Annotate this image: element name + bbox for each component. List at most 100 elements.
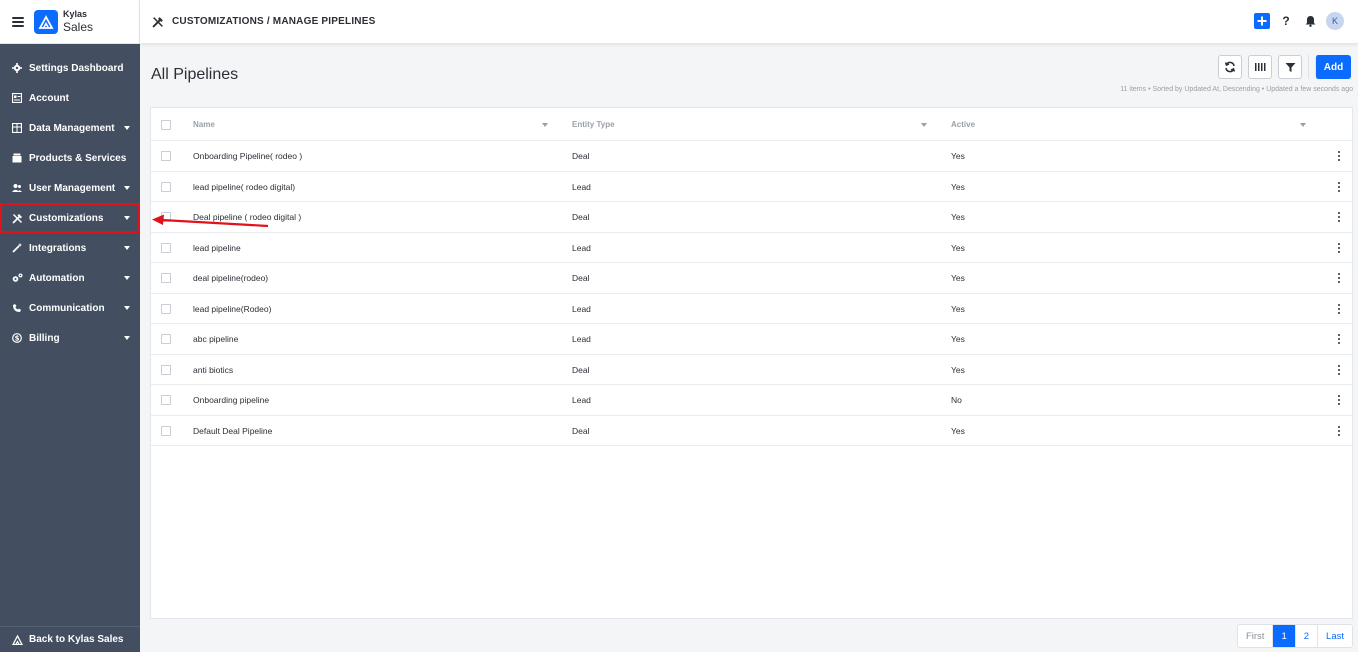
table-row[interactable]: Default Deal Pipeline Deal Yes bbox=[151, 416, 1352, 446]
pipeline-name[interactable]: lead pipeline(Rodeo) bbox=[193, 304, 271, 314]
row-actions-kebab-icon[interactable] bbox=[1338, 425, 1341, 436]
select-all-checkbox[interactable] bbox=[161, 120, 171, 130]
row-checkbox[interactable] bbox=[161, 181, 171, 192]
sort-caret-icon[interactable] bbox=[1300, 123, 1306, 127]
pipelines-table: Name Entity Type Active Onboarding Pipel… bbox=[150, 107, 1353, 619]
active-status: Yes bbox=[951, 273, 965, 283]
pagination-last[interactable]: Last bbox=[1318, 625, 1352, 647]
entity-type: Lead bbox=[572, 242, 591, 253]
help-button[interactable]: ? bbox=[1282, 14, 1290, 28]
row-actions-kebab-icon[interactable] bbox=[1338, 303, 1341, 314]
account-icon bbox=[11, 92, 23, 104]
pipeline-name[interactable]: lead pipeline( rodeo digital) bbox=[193, 182, 295, 192]
row-checkbox[interactable] bbox=[161, 334, 171, 344]
row-actions-kebab-icon[interactable] bbox=[1338, 364, 1341, 375]
sidebar-item-label: User Management bbox=[29, 182, 116, 194]
sidebar-item-communication[interactable]: Communication bbox=[0, 293, 140, 323]
row-checkbox[interactable] bbox=[161, 425, 171, 436]
table-row[interactable]: lead pipeline Lead Yes bbox=[151, 233, 1352, 263]
sidebar-item-customizations[interactable]: Customizations bbox=[0, 203, 140, 233]
row-actions-kebab-icon[interactable] bbox=[1338, 181, 1341, 192]
row-checkbox[interactable] bbox=[161, 242, 171, 253]
row-checkbox[interactable] bbox=[161, 273, 171, 283]
sidebar-item-label: Account bbox=[29, 92, 69, 104]
filter-button[interactable] bbox=[1278, 55, 1302, 79]
table-row[interactable]: lead pipeline( rodeo digital) Lead Yes bbox=[151, 172, 1352, 202]
add-pipeline-button[interactable]: Add bbox=[1315, 55, 1351, 79]
back-link-label: Back to Kylas Sales bbox=[29, 634, 124, 645]
kylas-logo-icon bbox=[34, 9, 58, 34]
sidebar-item-label: Communication bbox=[29, 302, 105, 314]
avatar[interactable]: K bbox=[1326, 12, 1344, 30]
sidebar-item-integrations[interactable]: Integrations bbox=[0, 233, 140, 263]
bell-icon[interactable] bbox=[1304, 14, 1316, 28]
active-status: Yes bbox=[951, 151, 965, 161]
sidebar-item-user-management[interactable]: User Management bbox=[0, 173, 140, 203]
sidebar-item-label: Data Management bbox=[29, 122, 115, 134]
row-actions-kebab-icon[interactable] bbox=[1338, 242, 1341, 253]
table-icon bbox=[11, 122, 23, 134]
list-toolbar: Add bbox=[1218, 55, 1351, 79]
table-row[interactable]: anti biotics Deal Yes bbox=[151, 355, 1352, 385]
hamburger-menu-icon[interactable] bbox=[12, 16, 24, 27]
entity-type: Deal bbox=[572, 273, 590, 283]
row-actions-kebab-icon[interactable] bbox=[1338, 334, 1341, 344]
back-to-kylas-sales-link[interactable]: Back to Kylas Sales bbox=[0, 626, 140, 652]
row-checkbox[interactable] bbox=[161, 151, 171, 161]
table-body: Onboarding Pipeline( rodeo ) Deal Yes lead … bbox=[151, 141, 1352, 446]
row-checkbox[interactable] bbox=[161, 364, 171, 375]
pipeline-name[interactable]: anti biotics bbox=[193, 365, 233, 375]
plus-icon bbox=[1257, 16, 1267, 26]
table-row[interactable]: lead pipeline(Rodeo) Lead Yes bbox=[151, 294, 1352, 324]
sidebar-item-settings-dashboard[interactable]: Settings Dashboard bbox=[0, 53, 140, 83]
row-checkbox[interactable] bbox=[161, 303, 171, 314]
row-actions-kebab-icon[interactable] bbox=[1338, 273, 1341, 283]
column-header-active[interactable]: Active bbox=[951, 120, 975, 129]
pipeline-name[interactable]: lead pipeline bbox=[193, 243, 241, 253]
pagination-page-2[interactable]: 2 bbox=[1296, 625, 1319, 647]
row-actions-kebab-icon[interactable] bbox=[1338, 151, 1341, 161]
columns-button[interactable] bbox=[1248, 55, 1272, 79]
column-header-entity-type[interactable]: Entity Type bbox=[572, 120, 615, 129]
row-actions-kebab-icon[interactable] bbox=[1338, 395, 1341, 405]
sidebar-item-data-management[interactable]: Data Management bbox=[0, 113, 140, 143]
quick-add-button[interactable] bbox=[1254, 13, 1270, 29]
table-row[interactable]: Deal pipeline ( rodeo digital ) Deal Yes bbox=[151, 202, 1352, 233]
active-status: Yes bbox=[951, 212, 965, 222]
sort-caret-icon[interactable] bbox=[921, 123, 927, 127]
sidebar-item-automation[interactable]: Automation bbox=[0, 263, 140, 293]
sidebar-item-account[interactable]: Account bbox=[0, 83, 140, 113]
table-row[interactable]: Onboarding pipeline Lead No bbox=[151, 385, 1352, 416]
active-status: Yes bbox=[951, 181, 965, 192]
table-row[interactable]: Onboarding Pipeline( rodeo ) Deal Yes bbox=[151, 141, 1352, 172]
breadcrumb-text: CUSTOMIZATIONS / MANAGE PIPELINES bbox=[172, 16, 376, 27]
pipeline-name[interactable]: Onboarding Pipeline( rodeo ) bbox=[193, 151, 302, 161]
active-status: Yes bbox=[951, 425, 965, 436]
pagination-page-1[interactable]: 1 bbox=[1273, 625, 1296, 647]
row-actions-kebab-icon[interactable] bbox=[1338, 212, 1341, 222]
columns-icon bbox=[1255, 63, 1266, 71]
column-header-name[interactable]: Name bbox=[193, 120, 215, 129]
pipeline-name[interactable]: abc pipeline bbox=[193, 334, 238, 344]
table-row[interactable]: deal pipeline(rodeo) Deal Yes bbox=[151, 263, 1352, 294]
pipeline-name[interactable]: deal pipeline(rodeo) bbox=[193, 273, 268, 283]
sort-caret-icon[interactable] bbox=[542, 123, 548, 127]
pipeline-name[interactable]: Default Deal Pipeline bbox=[193, 426, 272, 436]
sidebar-item-products-services[interactable]: Products & Services bbox=[0, 143, 140, 173]
brand-name: Kylas Sales bbox=[63, 9, 93, 34]
pagination-first[interactable]: First bbox=[1238, 625, 1274, 647]
refresh-button[interactable] bbox=[1218, 55, 1242, 79]
sidebar-item-billing[interactable]: $ Billing bbox=[0, 323, 140, 353]
pipeline-name[interactable]: Onboarding pipeline bbox=[193, 395, 269, 405]
brand-top-text: Kylas bbox=[63, 9, 88, 19]
users-icon bbox=[11, 182, 23, 194]
active-status: Yes bbox=[951, 334, 965, 344]
gear-icon bbox=[11, 62, 23, 74]
svg-text:$: $ bbox=[15, 335, 20, 343]
table-row[interactable]: abc pipeline Lead Yes bbox=[151, 324, 1352, 355]
sidebar-item-label: Integrations bbox=[29, 242, 87, 254]
row-checkbox[interactable] bbox=[161, 395, 171, 405]
chevron-down-icon bbox=[124, 336, 130, 340]
page-title: All Pipelines bbox=[151, 66, 239, 83]
active-status: Yes bbox=[951, 242, 965, 253]
